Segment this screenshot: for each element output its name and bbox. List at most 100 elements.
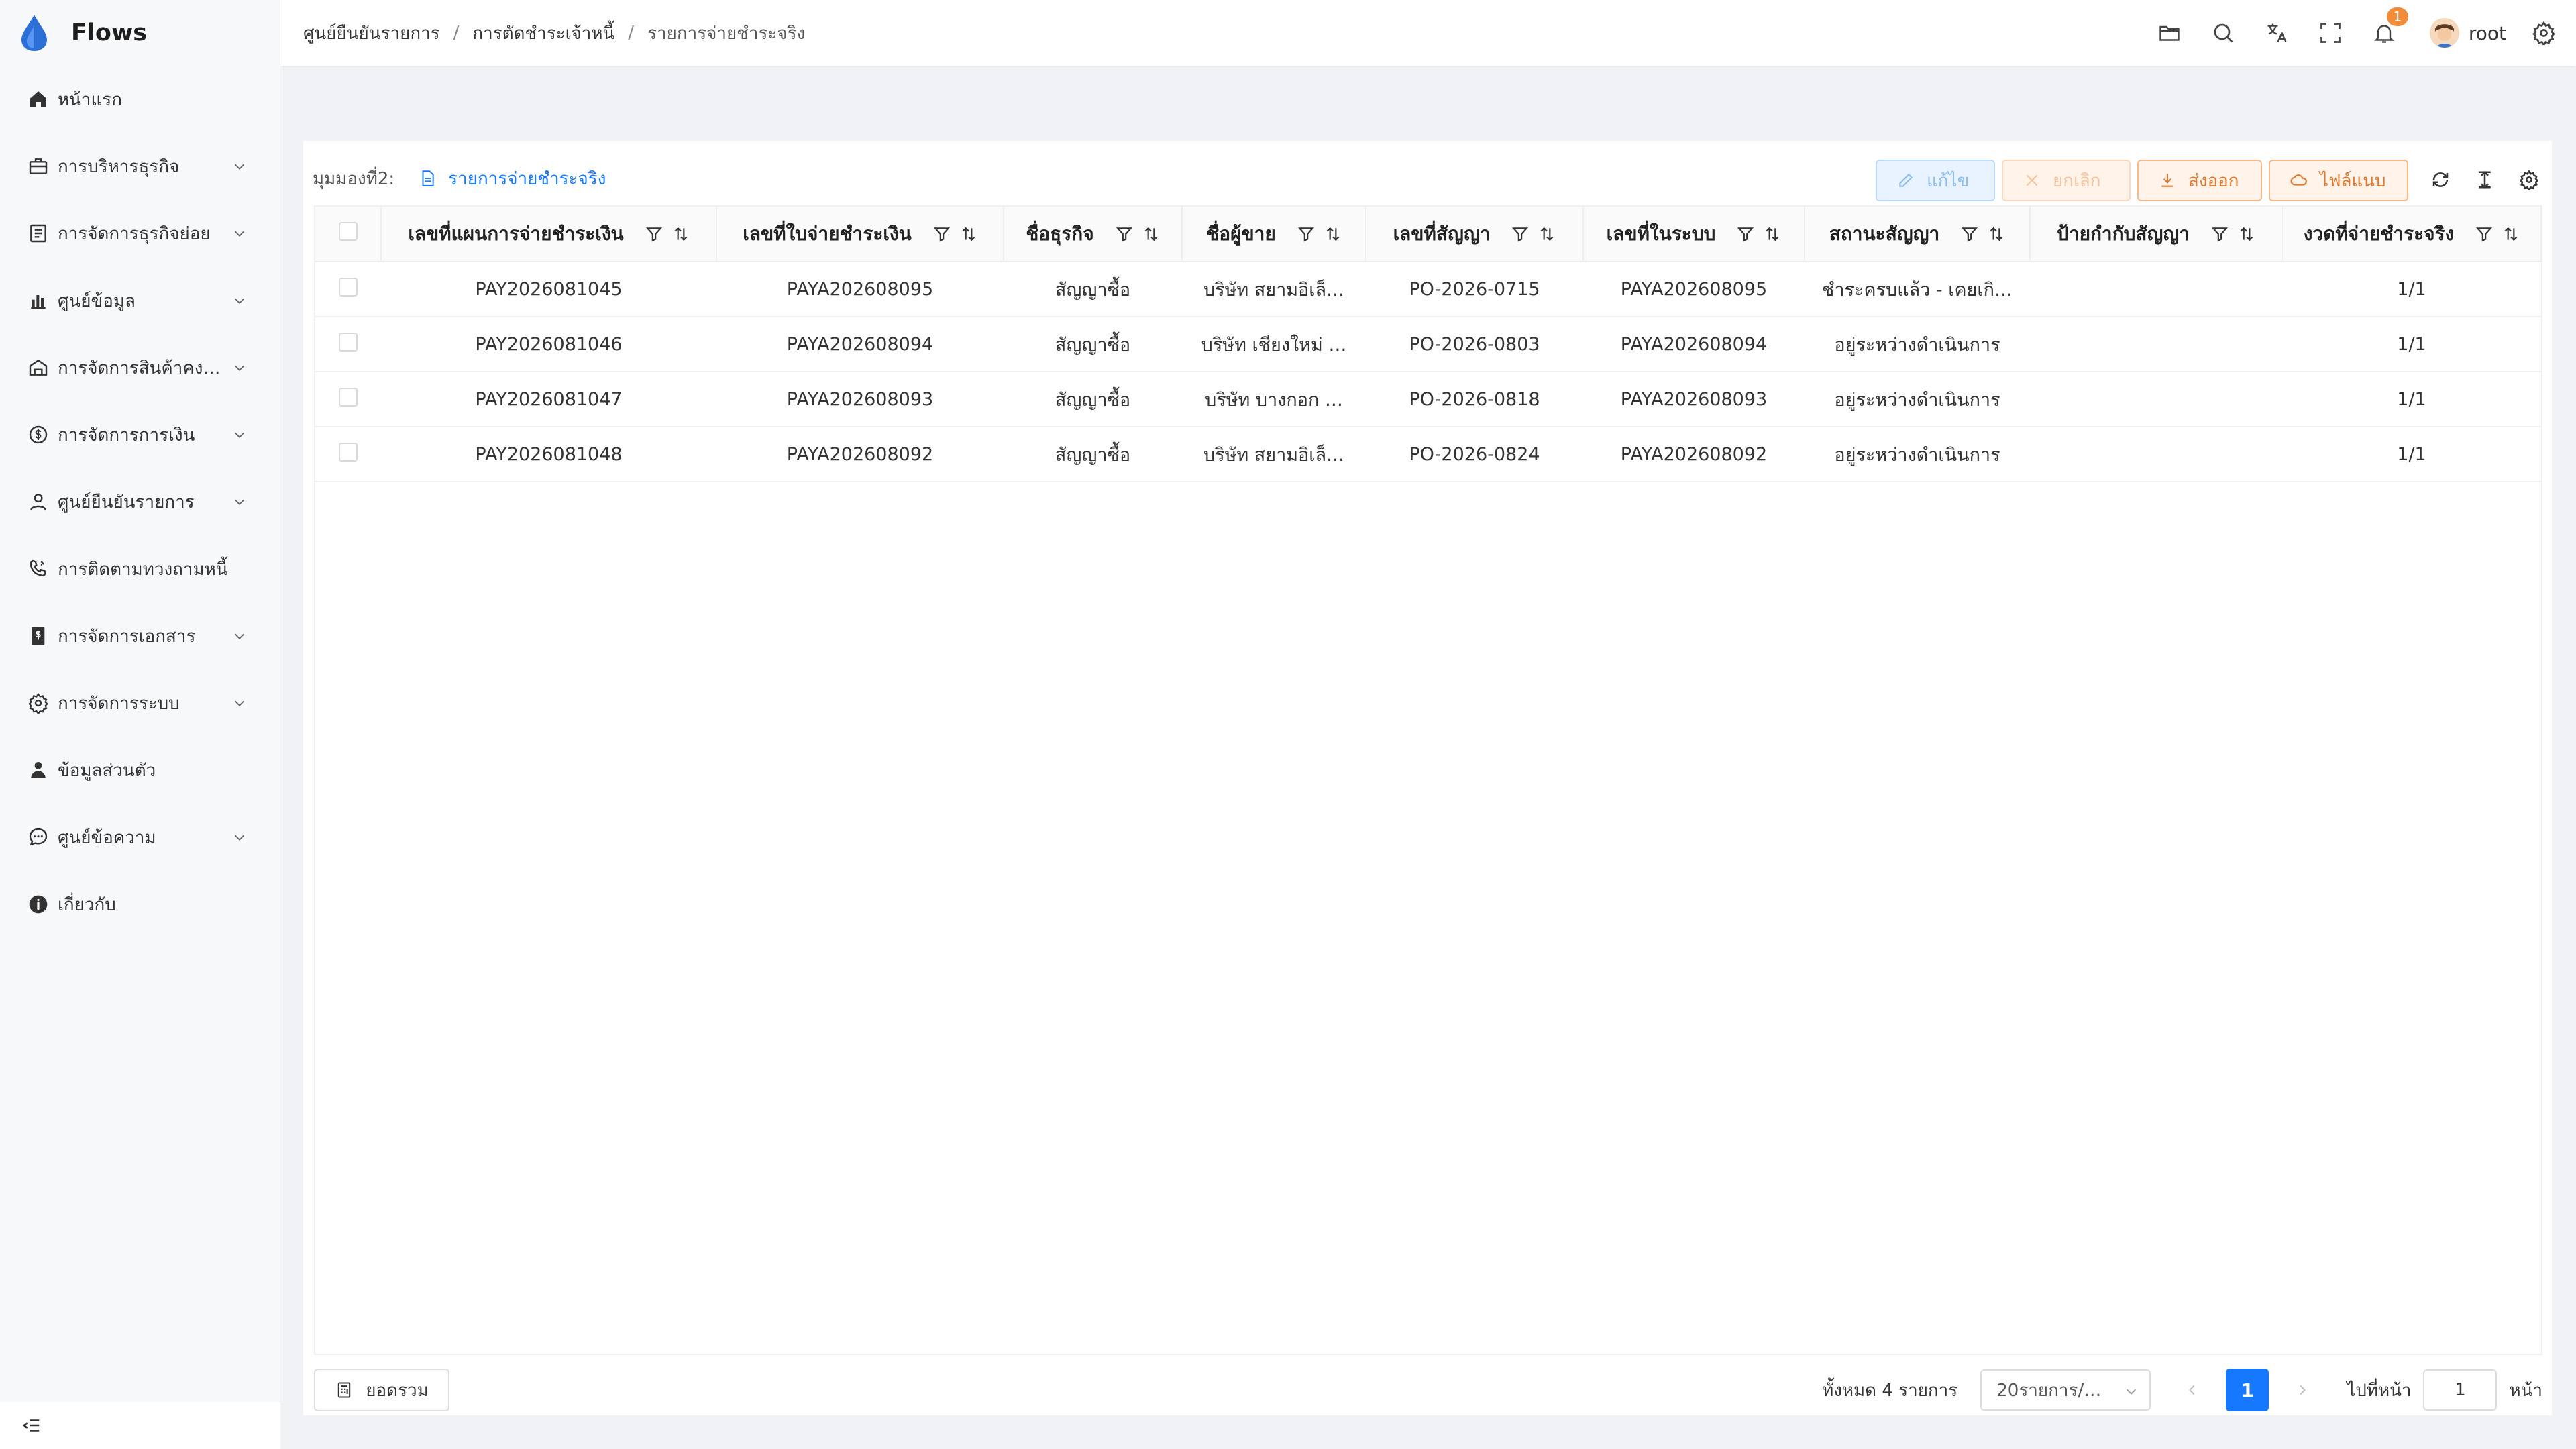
sidebar-item-label: เกี่ยวกับ (58, 894, 116, 915)
list-icon (27, 222, 50, 245)
settings-gear-icon[interactable] (2530, 19, 2557, 46)
filter-icon[interactable] (1297, 225, 1315, 243)
bell-icon[interactable]: 1 (2371, 7, 2408, 46)
sidebar-item[interactable]: การจัดการธุรกิจย่อย (0, 200, 280, 267)
attachment-button[interactable]: ไฟล์แนบ (2269, 160, 2408, 201)
chevron-down-icon[interactable] (232, 830, 247, 845)
filter-icon[interactable] (1961, 225, 1978, 243)
table-row[interactable]: PAY2026081048 PAYA202608092 สัญญาซื้อ บริษั… (315, 427, 2541, 482)
row-checkbox[interactable] (339, 387, 358, 407)
summary-button[interactable]: ยอดรวม (314, 1368, 449, 1411)
document-dollar-icon (27, 625, 50, 647)
table-row[interactable]: PAY2026081046 PAYA202608094 สัญญาซื้อ บริษั… (315, 317, 2541, 372)
chevron-down-icon[interactable] (232, 494, 247, 509)
chevron-down-icon[interactable] (232, 293, 247, 308)
filter-icon[interactable] (933, 225, 951, 243)
column-header[interactable]: สถานะสัญญา (1805, 207, 2031, 262)
filter-icon[interactable] (645, 225, 663, 243)
sort-icon[interactable] (2502, 225, 2520, 243)
edit-button[interactable]: แก้ไข (1876, 160, 1995, 201)
sidebar-item-label: การบริหารธุรกิจ (58, 156, 180, 177)
sort-icon[interactable] (1324, 225, 1342, 243)
sidebar-item[interactable]: หน้าแรก (0, 66, 280, 133)
column-header[interactable]: ป้ายกำกับสัญญา (2030, 207, 2283, 262)
view-selector[interactable]: รายการจ่ายชำระจริง (419, 165, 606, 193)
sidebar-item[interactable]: ศูนย์ยืนยันรายการ (0, 468, 280, 535)
table-row[interactable]: PAY2026081045 PAYA202608095 สัญญาซื้อ บริษั… (315, 262, 2541, 317)
export-button[interactable]: ส่งออก (2137, 160, 2262, 201)
breadcrumb-item[interactable]: ศูนย์ยืนยันรายการ (303, 19, 440, 47)
column-header[interactable]: ชื่อธุรกิจ (1004, 207, 1183, 262)
page-number-current[interactable]: 1 (2226, 1368, 2269, 1411)
sidebar-item[interactable]: การจัดการระบบ (0, 669, 280, 737)
message-icon (27, 826, 50, 849)
goto-page-input[interactable]: 1 (2423, 1369, 2498, 1411)
menu-collapse-icon (22, 1419, 40, 1432)
translate-icon[interactable] (2263, 19, 2290, 46)
top-header: ศูนย์ยืนยันรายการ / การตัดชำระเจ้าหนี้ /… (280, 0, 2576, 66)
chevron-down-icon[interactable] (232, 360, 247, 375)
filter-icon[interactable] (1116, 225, 1133, 243)
sidebar-menu: หน้าแรกการบริหารธุรกิจการจัดการธุรกิจย่อ… (0, 66, 280, 938)
sort-icon[interactable] (1988, 225, 2005, 243)
calculator-icon (338, 1382, 351, 1398)
sidebar-item[interactable]: การจัดการเอกสาร (0, 602, 280, 669)
chevron-down-icon[interactable] (232, 427, 247, 442)
column-settings-icon[interactable] (2517, 168, 2541, 192)
chevron-down-icon[interactable] (232, 629, 247, 643)
sort-icon[interactable] (1538, 225, 1556, 243)
sidebar-item[interactable]: ศูนย์ข้อมูล (0, 267, 280, 334)
table-cell: บริษัท เชียงใหม่ … (1182, 317, 1366, 372)
data-table: เลขที่แผนการจ่ายชำระเงิน เลขที่ใบจ่ายชำร… (314, 205, 2542, 1355)
sidebar-item[interactable]: การจัดการสินค้าคง… (0, 334, 280, 401)
sidebar-item[interactable]: ข้อมูลส่วนตัว (0, 737, 280, 804)
next-page-button[interactable] (2289, 1377, 2316, 1403)
row-height-icon[interactable] (2473, 168, 2497, 192)
chevron-down-icon[interactable] (232, 696, 247, 710)
row-checkbox[interactable] (339, 442, 358, 462)
column-header[interactable]: เลขที่ใบจ่ายชำระเงิน (716, 207, 1004, 262)
folder-icon[interactable] (2156, 19, 2183, 46)
user-menu[interactable]: root (2429, 18, 2506, 48)
collapse-sidebar-button[interactable] (0, 1402, 280, 1449)
table-row[interactable]: PAY2026081047 PAYA202608093 สัญญาซื้อ บริษั… (315, 372, 2541, 427)
filter-icon[interactable] (1737, 225, 1754, 243)
page-size-select[interactable]: 20รายการ/… (1980, 1369, 2151, 1411)
sidebar-item[interactable]: การจัดการการเงิน (0, 401, 280, 468)
column-header[interactable]: เลขที่แผนการจ่ายชำระเงิน (381, 207, 717, 262)
chevron-down-icon[interactable] (232, 159, 247, 174)
column-header[interactable]: ชื่อผู้ขาย (1182, 207, 1366, 262)
filter-icon[interactable] (2211, 225, 2229, 243)
column-header[interactable]: งวดที่จ่ายชำระจริง (2282, 207, 2542, 262)
sort-icon[interactable] (960, 225, 977, 243)
fullscreen-icon[interactable] (2317, 19, 2344, 46)
column-header[interactable]: เลขที่สัญญา (1366, 207, 1584, 262)
prev-page-button[interactable] (2179, 1377, 2206, 1403)
sidebar-item-label: ข้อมูลส่วนตัว (58, 760, 156, 781)
sidebar-item[interactable]: การบริหารธุรกิจ (0, 133, 280, 200)
sort-icon[interactable] (2238, 225, 2255, 243)
breadcrumb-item[interactable]: การตัดชำระเจ้าหนี้ (472, 19, 614, 47)
cancel-button[interactable]: ยกเลิก (2002, 160, 2131, 201)
filter-icon[interactable] (2475, 225, 2493, 243)
row-checkbox[interactable] (339, 332, 358, 352)
sort-icon[interactable] (1764, 225, 1781, 243)
sidebar-item[interactable]: เกี่ยวกับ (0, 871, 280, 938)
sidebar-item[interactable]: ศูนย์ข้อความ (0, 804, 280, 871)
row-checkbox[interactable] (339, 277, 358, 297)
search-icon[interactable] (2210, 19, 2237, 46)
column-header-label: เลขที่สัญญา (1393, 222, 1491, 245)
chevron-down-icon[interactable] (232, 226, 247, 241)
refresh-icon[interactable] (2428, 168, 2453, 192)
home-icon (27, 88, 50, 111)
column-header[interactable]: เลขที่ในระบบ (1583, 207, 1805, 262)
table-cell: PAYA202608095 (1583, 262, 1805, 317)
sort-icon[interactable] (1142, 225, 1160, 243)
table-cell (2030, 262, 2282, 317)
select-all-checkbox[interactable] (338, 222, 358, 241)
sidebar-item[interactable]: การติดตามทวงถามหนี้ (0, 535, 280, 602)
brand[interactable]: Flows (0, 0, 280, 66)
filter-icon[interactable] (1511, 225, 1529, 243)
table-cell: PAY2026081046 (381, 317, 716, 372)
sort-icon[interactable] (672, 225, 690, 243)
